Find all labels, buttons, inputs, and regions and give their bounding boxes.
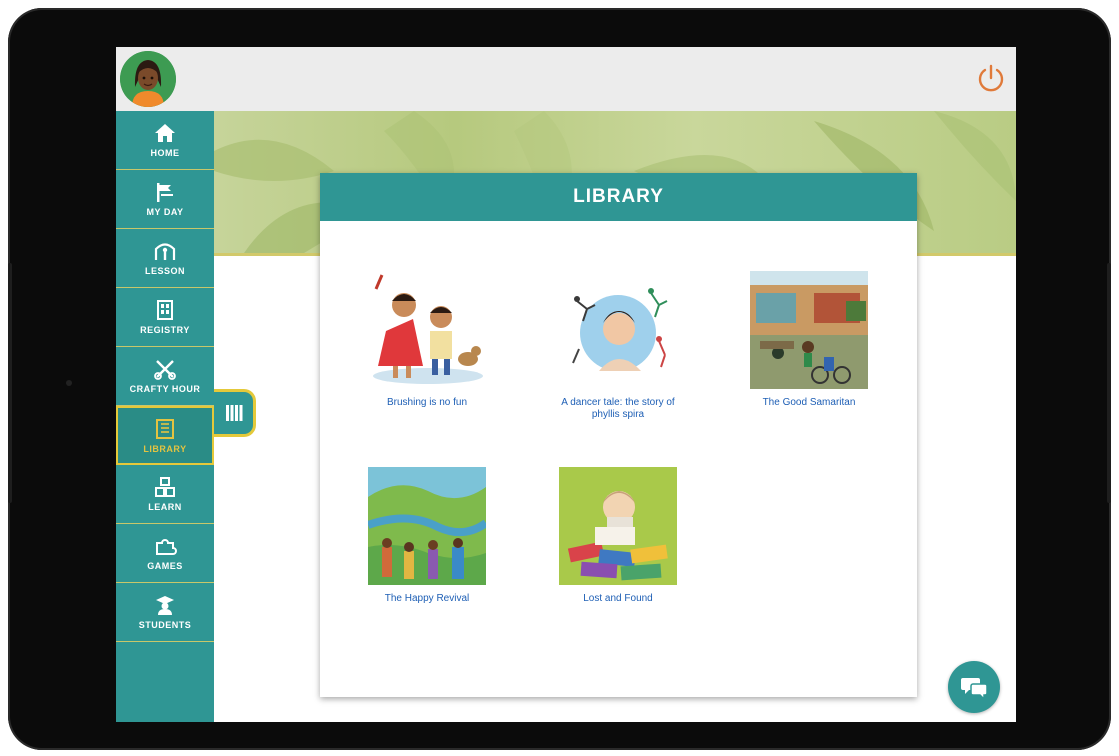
sidebar-item-crafty-hour[interactable]: CRAFTY HOUR	[116, 347, 214, 406]
book-cover-dancer-tale[interactable]	[559, 271, 677, 389]
app-screen: HOME MY DAY LESSON REGISTRY CRAFTY HOUR …	[116, 47, 1016, 722]
lesson-icon	[154, 243, 176, 260]
registry-icon	[157, 300, 173, 320]
panel-title: LIBRARY	[320, 173, 917, 221]
sidebar-item-label: GAMES	[147, 561, 183, 571]
book-title[interactable]: A dancer tale: the story of phyllis spir…	[548, 397, 688, 421]
book-card[interactable]: Brushing is no fun	[357, 271, 497, 409]
book-cover-happy-revival[interactable]	[368, 467, 486, 585]
book-title[interactable]: The Good Samaritan	[739, 397, 879, 409]
sidebar-nav: HOME MY DAY LESSON REGISTRY CRAFTY HOUR …	[116, 111, 214, 722]
sidebar-item-lesson[interactable]: LESSON	[116, 229, 214, 288]
sidebar-item-library[interactable]: LIBRARY	[116, 406, 214, 465]
tablet-side-edge-left	[8, 263, 12, 503]
sidebar-item-games[interactable]: GAMES	[116, 524, 214, 583]
students-icon	[156, 596, 174, 615]
tablet-camera	[66, 380, 72, 386]
girl-avatar-icon[interactable]	[120, 51, 176, 107]
tablet-side-edge-right	[1107, 263, 1111, 503]
power-icon[interactable]	[974, 61, 1008, 95]
home-icon	[155, 124, 175, 142]
book-title[interactable]: The Happy Revival	[357, 593, 497, 605]
sidebar-item-students[interactable]: STUDENTS	[116, 583, 214, 642]
crafty-hour-icon	[154, 360, 176, 380]
book-card[interactable]: A dancer tale: the story of phyllis spir…	[548, 271, 688, 421]
sidebar-item-label: CRAFTY HOUR	[129, 384, 201, 394]
sidebar-item-label: STUDENTS	[138, 620, 192, 630]
book-title[interactable]: Lost and Found	[548, 593, 688, 605]
library-panel: LIBRARY Brushing is no fun A dancer tale…	[320, 173, 917, 697]
chat-button[interactable]	[948, 661, 1000, 713]
learn-icon	[155, 477, 175, 497]
library-icon	[156, 418, 174, 439]
my-day-icon	[157, 183, 173, 202]
sidebar-item-label: LIBRARY	[143, 443, 187, 454]
library-shelf-toggle[interactable]	[214, 389, 256, 437]
book-cover-brushing[interactable]	[368, 271, 486, 389]
sidebar-item-label: LEARN	[148, 502, 182, 512]
chat-bubbles-icon	[961, 678, 988, 700]
games-icon	[156, 539, 177, 555]
sidebar-item-label: HOME	[150, 148, 180, 158]
sidebar-item-home[interactable]: HOME	[116, 111, 214, 170]
sidebar-item-learn[interactable]: LEARN	[116, 465, 214, 524]
book-card[interactable]: The Happy Revival	[357, 467, 497, 605]
sidebar-item-label: MY DAY	[146, 207, 184, 217]
book-cover-good-samaritan[interactable]	[750, 271, 868, 389]
sidebar-item-registry[interactable]: REGISTRY	[116, 288, 214, 347]
book-card[interactable]: The Good Samaritan	[739, 271, 879, 409]
sidebar-item-label: REGISTRY	[140, 325, 190, 335]
sidebar-item-label: LESSON	[144, 266, 185, 276]
book-card[interactable]: Lost and Found	[548, 467, 688, 605]
top-bar	[116, 47, 1016, 111]
book-cover-lost-and-found[interactable]	[559, 467, 677, 585]
books-shelf-icon	[225, 405, 242, 421]
book-title[interactable]: Brushing is no fun	[357, 397, 497, 409]
sidebar-item-my-day[interactable]: MY DAY	[116, 170, 214, 229]
